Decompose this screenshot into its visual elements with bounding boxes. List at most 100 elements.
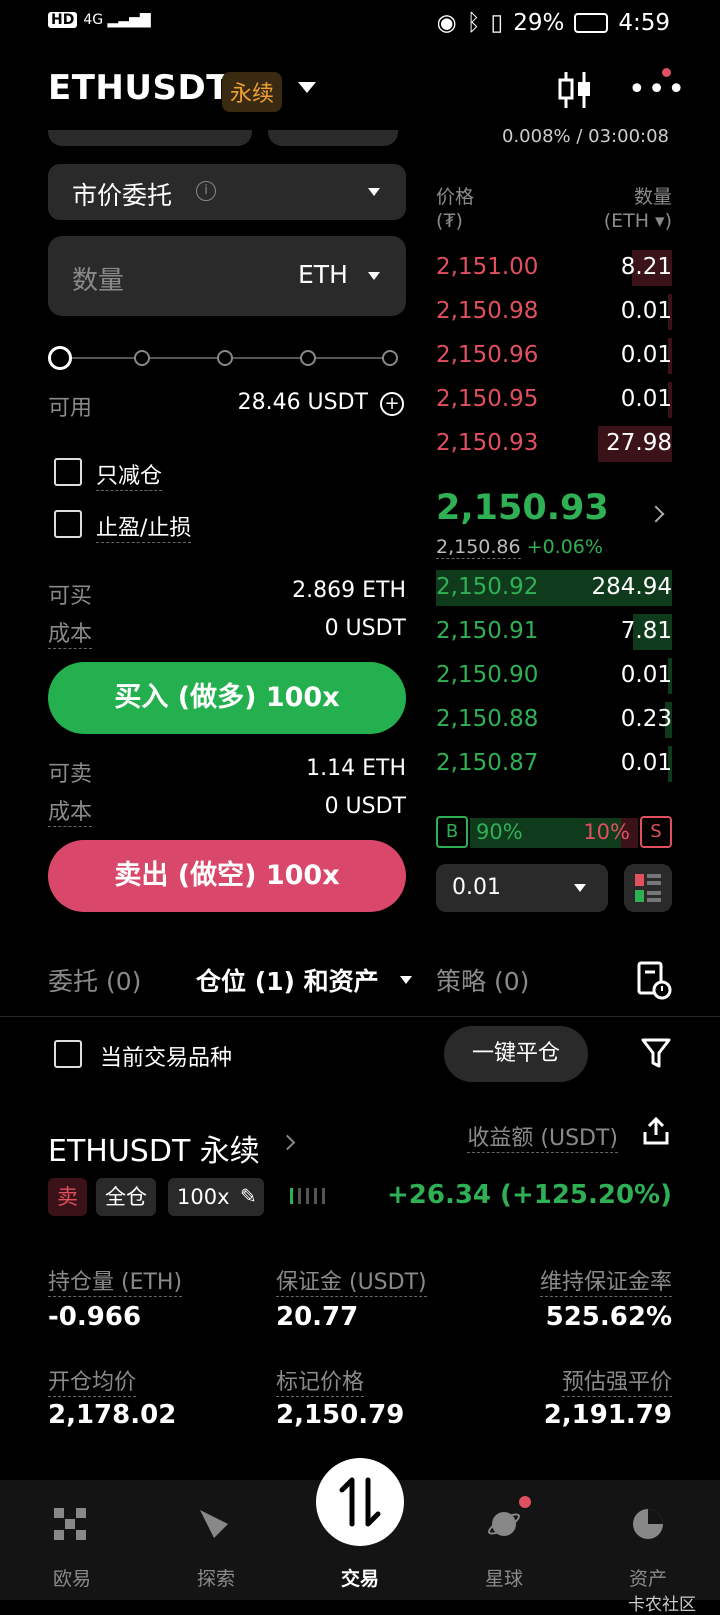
mmr-value: 525.62% [545, 1302, 672, 1332]
tab-strategies[interactable]: 策略 (0) [436, 962, 529, 998]
ask-qty: 0.01 [620, 386, 672, 412]
bid-row[interactable]: 2,150.91 7.81 [436, 610, 672, 654]
order-history-icon[interactable] [636, 960, 672, 1000]
bid-qty: 0.01 [620, 750, 672, 776]
bid-row[interactable]: 2,150.88 0.23 [436, 698, 672, 742]
signal-icon: 4G ▂▃▅▇ [83, 12, 151, 28]
margin-mode-fragment[interactable] [48, 130, 252, 146]
ask-price: 2,150.95 [436, 386, 539, 412]
tab-positions[interactable]: 仓位 (1) 和资产 [196, 962, 379, 998]
chevron-right-icon[interactable] [647, 505, 665, 523]
reduce-only-label[interactable]: 只减仓 [96, 458, 163, 491]
quantity-unit[interactable]: ETH [298, 260, 348, 289]
order-type-select[interactable]: 市价委托 i [48, 164, 406, 220]
ask-row[interactable]: 2,150.95 0.01 [436, 378, 672, 422]
explore-compass-icon[interactable] [196, 1506, 232, 1542]
filter-icon[interactable] [640, 1036, 672, 1070]
leverage-fragment[interactable] [268, 130, 398, 146]
sell-short-button[interactable]: 卖出 (做空) 100x [48, 840, 406, 912]
tabs-divider [0, 1016, 720, 1017]
planet-icon[interactable] [486, 1506, 522, 1542]
buy-sell-ratio: B 90% 10% S [436, 816, 672, 848]
ask-row[interactable]: 2,150.98 0.01 [436, 290, 672, 334]
current-symbol-label[interactable]: 当前交易品种 [100, 1040, 232, 1072]
more-icon[interactable]: ••• [628, 75, 687, 105]
notification-dot [662, 68, 671, 77]
ask-row[interactable]: 2,150.96 0.01 [436, 334, 672, 378]
chevron-right-icon[interactable] [279, 1134, 296, 1151]
available-label: 可用 [48, 396, 93, 421]
last-price: 2,150.93 [436, 488, 609, 528]
mark-price-line: 2,150.86 +0.06% [436, 536, 603, 559]
symbol-title[interactable]: ETHUSDT [48, 68, 230, 108]
assets-pie-icon[interactable] [630, 1506, 666, 1542]
ask-row[interactable]: 2,151.00 8.21 [436, 246, 672, 290]
symbol-dropdown-icon[interactable] [298, 82, 316, 93]
watermark: 卡农社区 [628, 1595, 696, 1615]
ask-price: 2,150.98 [436, 298, 539, 324]
index-price: 2,150.86 [436, 536, 521, 559]
clock: 4:59 [618, 10, 670, 36]
sellable-label: 可卖 [48, 762, 93, 787]
slider-stop-50[interactable] [217, 350, 233, 366]
positions-dropdown-icon[interactable] [400, 976, 412, 984]
ask-qty: 8.21 [620, 254, 672, 280]
bid-price: 2,150.90 [436, 662, 539, 688]
tab-orders[interactable]: 委托 (0) [48, 962, 141, 998]
trade-center-button[interactable] [316, 1458, 404, 1546]
info-icon[interactable]: i [196, 181, 216, 201]
tp-sl-checkbox[interactable] [54, 510, 82, 538]
depth-step-select[interactable]: 0.01 [436, 864, 608, 912]
quantity-placeholder: 数量 [72, 266, 125, 296]
buy-badge: B [436, 816, 468, 848]
bid-qty: 0.01 [620, 662, 672, 688]
tp-sl-label[interactable]: 止盈/止损 [96, 510, 192, 543]
chevron-down-icon [574, 884, 586, 892]
slider-stop-100[interactable] [382, 350, 398, 366]
reduce-only-checkbox[interactable] [54, 458, 82, 486]
depth-step-value: 0.01 [452, 875, 501, 900]
current-symbol-checkbox[interactable] [54, 1040, 82, 1068]
pnl-label[interactable]: 收益额 (USDT) [467, 1120, 618, 1153]
ask-price: 2,150.93 [436, 430, 539, 456]
unit-dropdown-icon[interactable] [368, 272, 380, 280]
mark-label: 标记价格 [276, 1364, 365, 1397]
liq-label: 预估强平价 [561, 1364, 672, 1397]
share-icon[interactable] [642, 1116, 670, 1146]
bid-qty: 7.81 [620, 618, 672, 644]
slider-stop-25[interactable] [134, 350, 150, 366]
amount-slider-handle[interactable] [48, 346, 72, 370]
book-layout-button[interactable] [624, 864, 672, 912]
quantity-input[interactable]: 数量 ETH [48, 236, 406, 316]
bid-price: 2,150.92 [436, 574, 539, 600]
slider-stop-75[interactable] [300, 350, 316, 366]
nav-planet[interactable]: 星球 [464, 1564, 544, 1591]
battery-percent: 29% [513, 10, 565, 36]
close-all-button[interactable]: 一键平仓 [444, 1026, 588, 1082]
network-indicator: HD 4G ▂▃▅▇ [48, 12, 151, 28]
buy-long-button[interactable]: 买入 (做多) 100x [48, 662, 406, 734]
candlestick-chart-icon[interactable] [556, 70, 594, 110]
ask-row[interactable]: 2,150.93 27.98 [436, 422, 672, 466]
qty-unit-select[interactable]: (ETH ▾) [604, 210, 672, 232]
bid-row[interactable]: 2,150.87 0.01 [436, 742, 672, 786]
nav-home[interactable]: 欧易 [32, 1564, 112, 1591]
buy-cost-label: 成本 [48, 616, 93, 649]
bid-row[interactable]: 2,150.92 284.94 [436, 566, 672, 610]
side-tag: 卖 [48, 1178, 87, 1216]
edit-pencil-icon[interactable]: ✎ [240, 1184, 257, 1208]
nav-explore[interactable]: 探索 [176, 1564, 256, 1591]
planet-notification-dot [517, 1494, 533, 1510]
margin-label: 保证金 (USDT) [276, 1264, 427, 1297]
bid-row[interactable]: 2,150.90 0.01 [436, 654, 672, 698]
position-title[interactable]: ETHUSDT 永续 [48, 1126, 260, 1170]
buyable-label: 可买 [48, 584, 93, 609]
swap-arrows-icon [339, 1477, 381, 1527]
status-right: ◉ ᛒ ▯ 29% 4:59 [437, 10, 670, 36]
okx-logo-icon[interactable] [52, 1506, 88, 1542]
nav-trade[interactable]: 交易 [320, 1564, 400, 1591]
transfer-plus-icon[interactable]: + [380, 392, 404, 416]
bid-price: 2,150.87 [436, 750, 539, 776]
nav-assets[interactable]: 资产 [608, 1564, 688, 1591]
size-value: -0.966 [48, 1302, 142, 1332]
